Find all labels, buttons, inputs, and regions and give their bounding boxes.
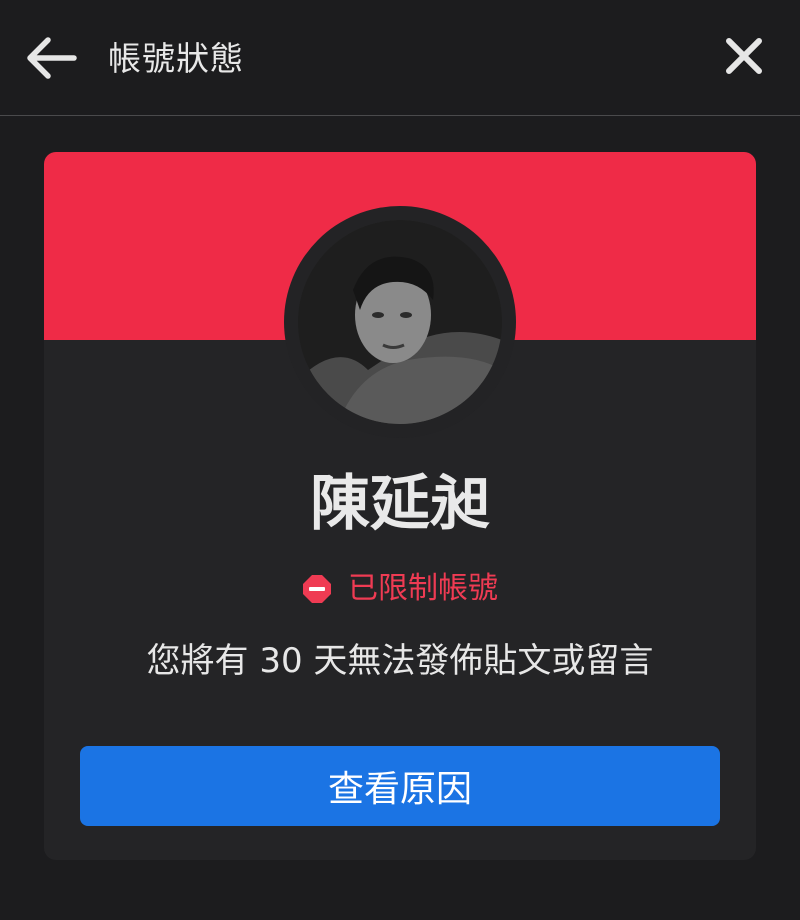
close-icon bbox=[726, 38, 762, 74]
page-title: 帳號狀態 bbox=[108, 39, 244, 78]
avatar-image bbox=[298, 220, 502, 424]
user-name: 陳延昶 bbox=[310, 469, 490, 539]
account-status-card: 陳延昶 已限制帳號 您將有 30 天無法發佈貼文或留言 查看原因 bbox=[44, 152, 756, 860]
status-label: 已限制帳號 bbox=[348, 571, 498, 606]
back-button[interactable] bbox=[22, 28, 82, 88]
top-bar: 帳號狀態 bbox=[0, 0, 800, 116]
close-button[interactable] bbox=[716, 28, 772, 84]
view-reason-button[interactable]: 查看原因 bbox=[80, 746, 720, 826]
avatar[interactable] bbox=[284, 206, 516, 438]
account-status-screen: 帳號狀態 陳延昶 已限制帳號 您將有 30 天無法發佈貼文或留言 查看原因 bbox=[0, 0, 800, 920]
arrow-left-icon bbox=[27, 37, 77, 79]
restriction-message: 您將有 30 天無法發佈貼文或留言 bbox=[146, 641, 654, 681]
status-row: 已限制帳號 bbox=[44, 567, 756, 611]
restricted-icon bbox=[303, 575, 331, 603]
